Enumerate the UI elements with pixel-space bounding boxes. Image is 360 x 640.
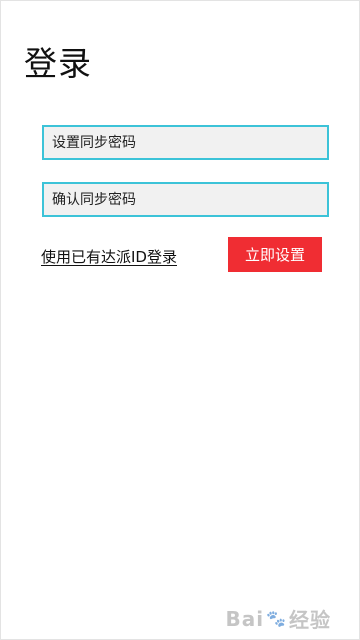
baidu-jingyan-watermark: Bai 🐾 经验 [225, 604, 331, 633]
set-now-button[interactable]: 立即设置 [228, 237, 322, 272]
page-title: 登录 [24, 44, 92, 83]
confirm-sync-password-input[interactable] [42, 182, 329, 217]
paw-icon: 🐾 [266, 609, 287, 628]
watermark-text-right: 经验 [289, 608, 331, 632]
watermark-text-left: Bai [225, 606, 265, 631]
use-existing-id-link[interactable]: 使用已有达派ID登录 [41, 246, 177, 267]
login-screen: 登录 使用已有达派ID登录 立即设置 Bai 🐾 经验 [0, 0, 360, 640]
set-sync-password-input[interactable] [42, 125, 329, 160]
